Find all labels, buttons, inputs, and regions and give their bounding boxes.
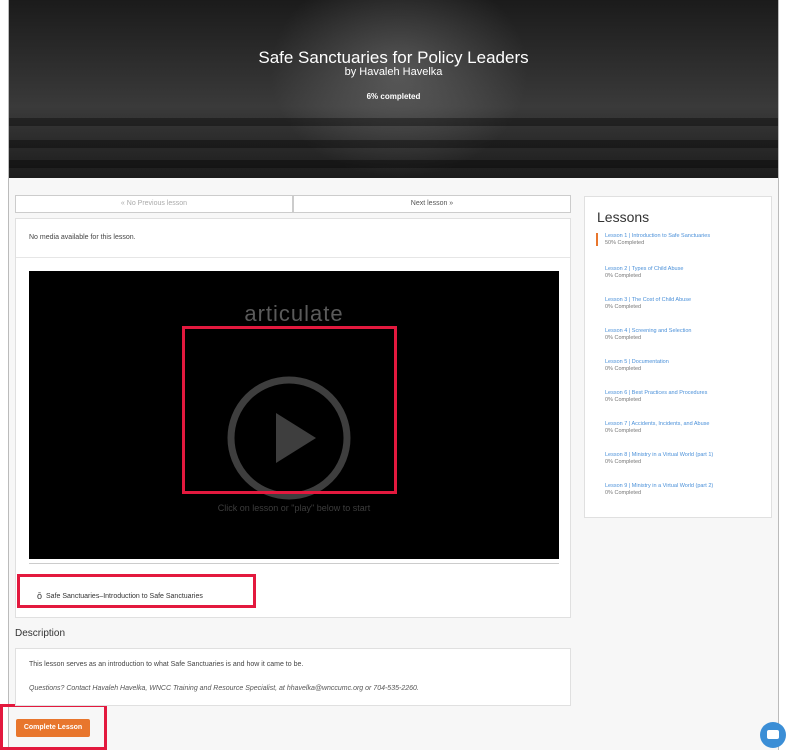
chat-widget-button[interactable] [760,722,786,748]
course-author: by Havaleh Havelka [344,66,443,78]
course-progress: 6% completed [366,92,421,101]
play-button-highlight [182,326,397,494]
lesson-status: 0% Completed [605,490,642,496]
lesson-name[interactable]: Lesson 5 | Documentation [605,359,767,365]
lesson-name[interactable]: Lesson 6 | Best Practices and Procedures [605,390,767,396]
chat-icon [767,730,779,739]
pew-decoration [9,118,778,126]
divider [16,257,570,258]
pew-decoration [9,140,778,148]
lesson-status: 50% Completed [605,240,645,246]
complete-lesson-button[interactable]: Complete Lesson [16,719,90,737]
description-heading: Description [15,628,66,639]
course-hero-banner: Safe Sanctuaries for Policy Leaders by H… [9,0,778,178]
lesson-name[interactable]: Lesson 8 | Ministry in a Virtual World (… [605,452,767,458]
sidebar-lesson-item[interactable]: Lesson 8 | Ministry in a Virtual World (… [597,452,767,465]
lesson-name[interactable]: Lesson 9 | Ministry in a Virtual World (… [605,483,767,489]
lesson-navigation: « No Previous lesson Next lesson » [15,195,571,213]
description-contact: Questions? Contact Havaleh Havelka, WNCC… [29,685,419,692]
lesson-status: 0% Completed [605,397,642,403]
player-divider [29,563,559,564]
lesson-name[interactable]: Lesson 7 | Accidents, Incidents, and Abu… [605,421,767,427]
sidebar-lesson-item[interactable]: Lesson 6 | Best Practices and Procedures… [597,390,767,403]
course-title: Safe Sanctuaries for Policy Leaders [258,48,529,67]
pew-decoration [9,160,778,168]
sidebar-title: Lessons [597,209,650,225]
lesson-status: 0% Completed [605,459,642,465]
hero-light [269,0,529,178]
sidebar-lesson-item[interactable]: Lesson 4 | Screening and Selection 0% Co… [597,328,767,341]
lesson-name[interactable]: Lesson 2 | Types of Child Abuse [605,266,767,272]
lesson-status: 0% Completed [605,304,642,310]
articulate-logo: articulate [244,301,344,326]
sidebar-lesson-item[interactable]: Lesson 7 | Accidents, Incidents, and Abu… [597,421,767,434]
sidebar-lesson-item[interactable]: Lesson 5 | Documentation 0% Completed [597,359,767,372]
lesson-status: 0% Completed [605,335,642,341]
lesson-name[interactable]: Lesson 4 | Screening and Selection [605,328,767,334]
player-hint: Click on lesson or "play" below to start [217,503,371,513]
no-media-message: No media available for this lesson. [29,234,136,241]
lesson-status: 0% Completed [605,366,642,372]
sidebar-lesson-item[interactable]: Lesson 9 | Ministry in a Virtual World (… [597,483,767,496]
lesson-status: 0% Completed [605,428,642,434]
lesson-name[interactable]: Lesson 3 | The Cost of Child Abuse [605,297,767,303]
file-link-highlight [17,574,256,608]
sidebar-lesson-item[interactable]: Lesson 2 | Types of Child Abuse 0% Compl… [597,266,767,279]
lesson-name[interactable]: Lesson 1 | Introduction to Safe Sanctuar… [605,233,766,239]
next-lesson-button[interactable]: Next lesson » [293,195,571,213]
lesson-status: 0% Completed [605,273,642,279]
sidebar-lesson-item[interactable]: Lesson 1 | Introduction to Safe Sanctuar… [596,233,766,246]
sidebar-lesson-item[interactable]: Lesson 3 | The Cost of Child Abuse 0% Co… [597,297,767,310]
description-box: This lesson serves as an introduction to… [15,648,571,706]
previous-lesson-button: « No Previous lesson [15,195,293,213]
lessons-sidebar: Lessons Lesson 1 | Introduction to Safe … [584,196,772,518]
description-text: This lesson serves as an introduction to… [29,661,304,668]
